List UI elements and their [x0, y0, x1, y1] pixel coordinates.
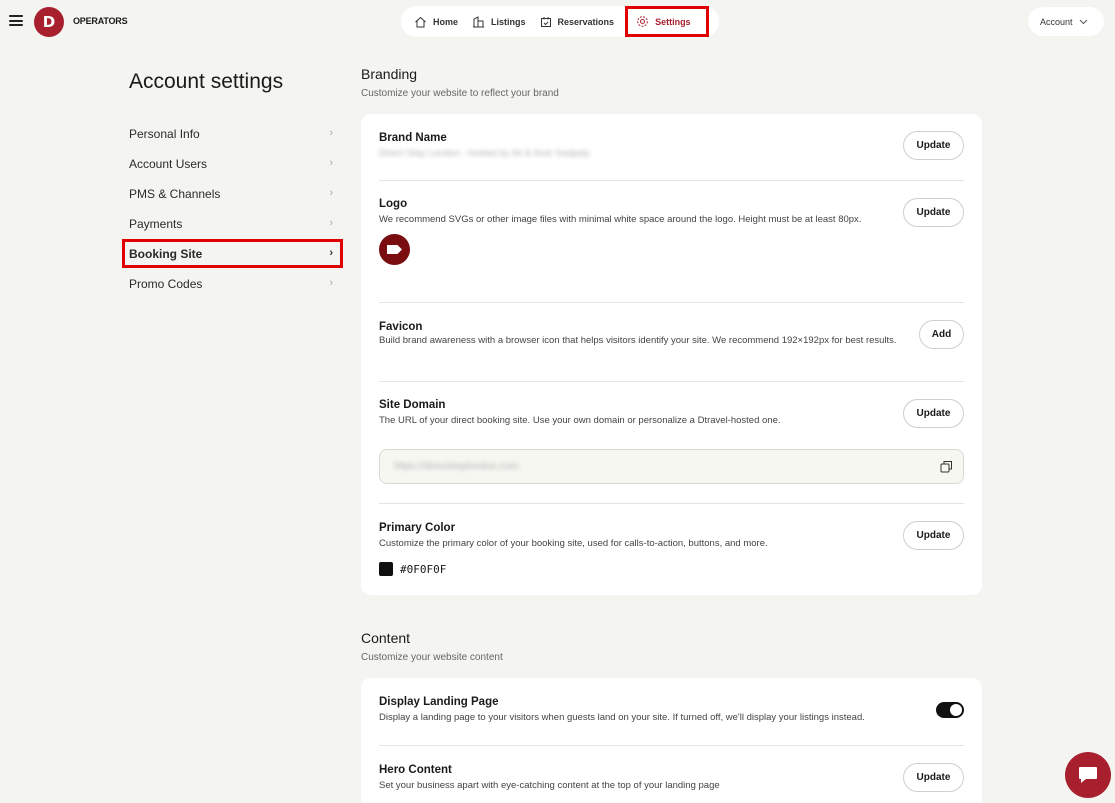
- chevron-down-icon: [1079, 19, 1087, 24]
- sidebar-item-label: Account Users: [129, 157, 208, 171]
- sidebar-item-promo-codes[interactable]: Promo Codes ›: [129, 269, 339, 299]
- primary-color-update-button[interactable]: Update: [903, 521, 964, 550]
- favicon-title: Favicon: [379, 321, 423, 333]
- nav-reservations-label: Reservations: [557, 16, 615, 27]
- content-title: Content: [361, 630, 411, 646]
- color-hex: #0F0F0F: [400, 562, 447, 576]
- sidebar-item-account-users[interactable]: Account Users ›: [129, 149, 339, 179]
- nav-listings[interactable]: Listings: [465, 7, 533, 36]
- sidebar-item-label: PMS & Channels: [129, 187, 221, 201]
- content-card: Display Landing Page Display a landing p…: [361, 678, 982, 803]
- top-bar: D OPERATORS Home Listings Reservations S…: [0, 0, 1115, 44]
- sidebar-item-label: Promo Codes: [129, 277, 203, 291]
- branding-card: Brand Name Direct Stay London - hosted b…: [361, 114, 982, 595]
- nav-settings-label: Settings: [655, 16, 691, 27]
- branding-subtitle: Customize your website to reflect your b…: [361, 88, 559, 99]
- site-domain-desc: The URL of your direct booking site. Use…: [379, 415, 781, 426]
- divider: [379, 180, 964, 181]
- landing-row: Display Landing Page Display a landing p…: [379, 696, 924, 724]
- nav-listings-label: Listings: [491, 16, 526, 27]
- brand-name: OPERATORS: [73, 16, 128, 26]
- sidebar-item-pms-channels[interactable]: PMS & Channels ›: [129, 179, 339, 209]
- sidebar-item-label: Personal Info: [129, 127, 200, 141]
- favicon-row: Favicon Build brand awareness with a bro…: [379, 321, 919, 347]
- hero-desc: Set your business apart with eye-catchin…: [379, 780, 720, 791]
- nav-reservations[interactable]: Reservations: [533, 7, 622, 36]
- divider: [379, 503, 964, 504]
- divider: [379, 745, 964, 746]
- site-domain-row: Site Domain The URL of your direct booki…: [379, 399, 889, 427]
- logo-update-button[interactable]: Update: [903, 198, 964, 227]
- brand-name-update-button[interactable]: Update: [903, 131, 964, 160]
- divider: [379, 302, 964, 303]
- nav-home[interactable]: Home: [407, 7, 465, 36]
- site-domain-field[interactable]: https://directstaylondon.com: [379, 449, 964, 484]
- branding-title: Branding: [361, 66, 418, 82]
- home-icon: [415, 16, 426, 27]
- copy-icon[interactable]: [940, 460, 953, 473]
- color-swatch: [379, 562, 393, 576]
- brand-name-value: Direct Stay London - hosted by Ali & Ami…: [379, 148, 590, 159]
- menu-icon[interactable]: [9, 15, 23, 26]
- sidebar-item-personal-info[interactable]: Personal Info ›: [129, 119, 339, 149]
- chevron-right-icon: ›: [329, 157, 333, 169]
- settings-sidebar: Personal Info › Account Users › PMS & Chan…: [129, 119, 339, 299]
- logo-preview-image: [379, 234, 410, 265]
- main-nav: Home Listings Reservations Settings: [401, 6, 719, 37]
- logo-letter: D: [42, 13, 56, 31]
- favicon-add-button[interactable]: Add: [919, 320, 964, 349]
- building-icon: [473, 15, 485, 27]
- landing-desc: Display a landing page to your visitors …: [379, 712, 865, 723]
- favicon-desc: Build brand awareness with a browser ico…: [379, 335, 897, 346]
- sidebar-item-payments[interactable]: Payments ›: [129, 209, 339, 239]
- primary-color-row: Primary Color Customize the primary colo…: [379, 522, 889, 576]
- account-menu-button[interactable]: Account: [1028, 7, 1104, 36]
- gear-icon: [637, 16, 648, 27]
- chat-icon: [1079, 767, 1097, 783]
- chevron-right-icon: ›: [329, 277, 333, 289]
- chevron-right-icon: ›: [329, 187, 333, 199]
- content-subtitle: Customize your website content: [361, 652, 503, 663]
- site-domain-title: Site Domain: [379, 399, 446, 411]
- color-value: #0F0F0F: [379, 562, 889, 576]
- nav-settings[interactable]: Settings: [625, 6, 709, 37]
- hero-update-button[interactable]: Update: [903, 763, 964, 792]
- hero-row: Hero Content Set your business apart wit…: [379, 764, 889, 792]
- calendar-icon: [540, 16, 551, 27]
- logo-row: Logo We recommend SVGs or other image fi…: [379, 198, 889, 265]
- logo[interactable]: D: [34, 7, 64, 37]
- divider: [379, 381, 964, 382]
- landing-page-toggle[interactable]: [936, 702, 964, 718]
- sidebar-item-label: Payments: [129, 217, 183, 231]
- site-domain-update-button[interactable]: Update: [903, 399, 964, 428]
- logo-desc: We recommend SVGs or other image files w…: [379, 214, 862, 225]
- site-domain-value: https://directstaylondon.com: [394, 461, 519, 472]
- active-item-highlight: [122, 239, 343, 268]
- hero-title: Hero Content: [379, 764, 452, 776]
- primary-color-title: Primary Color: [379, 522, 456, 534]
- landing-title: Display Landing Page: [379, 696, 499, 708]
- account-label: Account: [1040, 16, 1073, 27]
- chevron-right-icon: ›: [329, 217, 333, 229]
- chat-button[interactable]: [1065, 752, 1111, 798]
- chevron-right-icon: ›: [329, 127, 333, 139]
- brand-name-row: Brand Name Direct Stay London - hosted b…: [379, 132, 964, 160]
- page-title: Account settings: [129, 70, 284, 93]
- logo-title: Logo: [379, 198, 408, 210]
- nav-home-label: Home: [433, 16, 459, 27]
- brand-name-title: Brand Name: [379, 132, 447, 144]
- primary-color-desc: Customize the primary color of your book…: [379, 538, 768, 549]
